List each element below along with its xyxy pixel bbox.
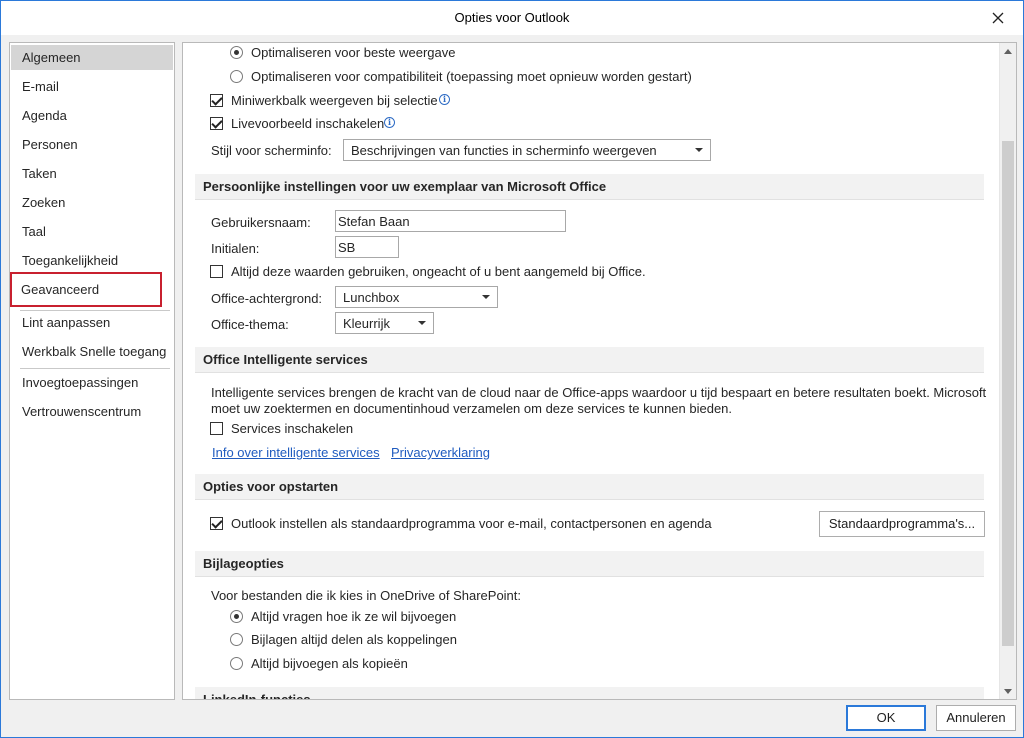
section-personal-header: Persoonlijke instellingen voor uw exempl… — [203, 179, 607, 194]
sidebar-item-vertrouwenscentrum[interactable]: Vertrouwenscentrum — [11, 399, 173, 424]
sidebar-item-lint-aanpassen[interactable]: Lint aanpassen — [11, 310, 173, 335]
vertical-scrollbar[interactable] — [999, 43, 1016, 699]
username-field[interactable]: Stefan Baan — [335, 210, 566, 232]
chevron-down-icon — [1004, 688, 1012, 694]
sidebar-item-personen[interactable]: Personen — [11, 132, 173, 157]
mini-toolbar-label: Miniwerkbalk weergeven bij selectie — [231, 93, 438, 108]
privacy-statement-link[interactable]: Privacyverklaring — [391, 445, 490, 460]
tooltip-style-label: Stijl voor scherminfo: — [211, 143, 332, 158]
section-intelligent-header: Office Intelligente services — [203, 352, 368, 367]
services-enable-label: Services inschakelen — [231, 421, 354, 436]
office-theme-label: Office-thema: — [211, 317, 289, 332]
radio-share-as-links[interactable] — [230, 633, 243, 646]
chevron-up-icon — [1004, 48, 1012, 54]
scrollbar-thumb[interactable] — [1002, 141, 1014, 646]
tooltip-style-dropdown[interactable]: Beschrijvingen van functies in scherminf… — [343, 139, 711, 161]
scroll-up-button[interactable] — [1000, 43, 1016, 59]
radio-best-display[interactable] — [230, 46, 243, 59]
attachments-intro: Voor bestanden die ik kies in OneDrive o… — [211, 588, 522, 603]
options-dialog: Opties voor Outlook Algemeen E-mail Agen… — [0, 0, 1024, 738]
close-icon — [992, 12, 1004, 24]
sidebar-item-zoeken[interactable]: Zoeken — [11, 190, 173, 215]
sidebar-item-taal[interactable]: Taal — [11, 219, 173, 244]
tooltip-style-value: Beschrijvingen van functies in scherminf… — [351, 143, 657, 158]
radio-always-ask[interactable] — [230, 610, 243, 623]
sidebar-item-invoegtoepassingen[interactable]: Invoegtoepassingen — [11, 370, 173, 395]
section-attachments: Bijlageopties — [195, 551, 984, 577]
info-icon[interactable]: i — [384, 117, 395, 128]
always-use-checkbox[interactable] — [210, 265, 223, 278]
default-program-checkbox[interactable] — [210, 517, 223, 530]
radio-best-display-label: Optimaliseren voor beste weergave — [251, 45, 456, 60]
info-intelligent-services-link[interactable]: Info over intelligente services — [212, 445, 380, 460]
default-program-label: Outlook instellen als standaardprogramma… — [231, 516, 712, 531]
live-preview-checkbox[interactable] — [210, 117, 223, 130]
window-title: Opties voor Outlook — [454, 10, 570, 25]
section-attachments-header: Bijlageopties — [203, 556, 284, 571]
default-programs-button[interactable]: Standaardprogramma's... — [819, 511, 985, 537]
office-background-value: Lunchbox — [343, 290, 400, 305]
sidebar-divider — [20, 368, 170, 369]
ok-button[interactable]: OK — [846, 705, 926, 731]
sidebar-item-taken[interactable]: Taken — [11, 161, 173, 186]
sidebar: Algemeen E-mail Agenda Personen Taken Zo… — [9, 42, 175, 700]
radio-compatibility-label: Optimaliseren voor compatibiliteit (toep… — [251, 69, 692, 84]
sidebar-item-geavanceerd[interactable]: Geavanceerd — [10, 272, 162, 307]
live-preview-label: Livevoorbeeld inschakelen — [231, 116, 385, 131]
chevron-down-icon — [695, 148, 703, 152]
username-value: Stefan Baan — [338, 214, 410, 229]
mini-toolbar-checkbox[interactable] — [210, 94, 223, 107]
section-startup-header: Opties voor opstarten — [203, 479, 339, 494]
services-enable-checkbox[interactable] — [210, 422, 223, 435]
always-use-label: Altijd deze waarden gebruiken, ongeacht … — [231, 264, 646, 279]
section-personal: Persoonlijke instellingen voor uw exempl… — [195, 174, 984, 200]
close-button[interactable] — [985, 7, 1011, 29]
options-panel: Optimaliseren voor beste weergave Optima… — [182, 42, 1017, 700]
intelligent-description: Intelligente services brengen de kracht … — [211, 385, 987, 400]
intelligent-description-2: moet uw zoektermen en documentinhoud ver… — [211, 401, 733, 416]
initials-field[interactable]: SB — [335, 236, 399, 258]
chevron-down-icon — [418, 321, 426, 325]
radio-attach-as-copies-label: Altijd bijvoegen als kopieën — [251, 656, 408, 671]
section-intelligent-services: Office Intelligente services — [195, 347, 984, 373]
title-bar: Opties voor Outlook — [1, 1, 1023, 35]
section-linkedin: LinkedIn-functies — [195, 687, 984, 700]
sidebar-item-toegankelijkheid[interactable]: Toegankelijkheid — [11, 248, 173, 273]
sidebar-item-algemeen[interactable]: Algemeen — [11, 45, 173, 70]
radio-attach-as-copies[interactable] — [230, 657, 243, 670]
office-theme-dropdown[interactable]: Kleurrijk — [335, 312, 434, 334]
radio-share-as-links-label: Bijlagen altijd delen als koppelingen — [251, 632, 457, 647]
chevron-down-icon — [482, 295, 490, 299]
section-linkedin-header: LinkedIn-functies — [203, 692, 311, 700]
office-background-label: Office-achtergrond: — [211, 291, 323, 306]
section-startup: Opties voor opstarten — [195, 474, 984, 500]
scroll-down-button[interactable] — [1000, 683, 1016, 699]
radio-compatibility[interactable] — [230, 70, 243, 83]
info-icon[interactable]: i — [439, 94, 450, 105]
office-theme-value: Kleurrijk — [343, 316, 390, 331]
initials-label: Initialen: — [211, 241, 260, 256]
sidebar-item-email[interactable]: E-mail — [11, 74, 173, 99]
cancel-button[interactable]: Annuleren — [936, 705, 1016, 731]
office-background-dropdown[interactable]: Lunchbox — [335, 286, 498, 308]
radio-always-ask-label: Altijd vragen hoe ik ze wil bijvoegen — [251, 609, 457, 624]
sidebar-item-agenda[interactable]: Agenda — [11, 103, 173, 128]
username-label: Gebruikersnaam: — [211, 215, 311, 230]
sidebar-item-werkbalk-snelle-toegang[interactable]: Werkbalk Snelle toegang — [11, 339, 173, 364]
initials-value: SB — [338, 240, 356, 255]
